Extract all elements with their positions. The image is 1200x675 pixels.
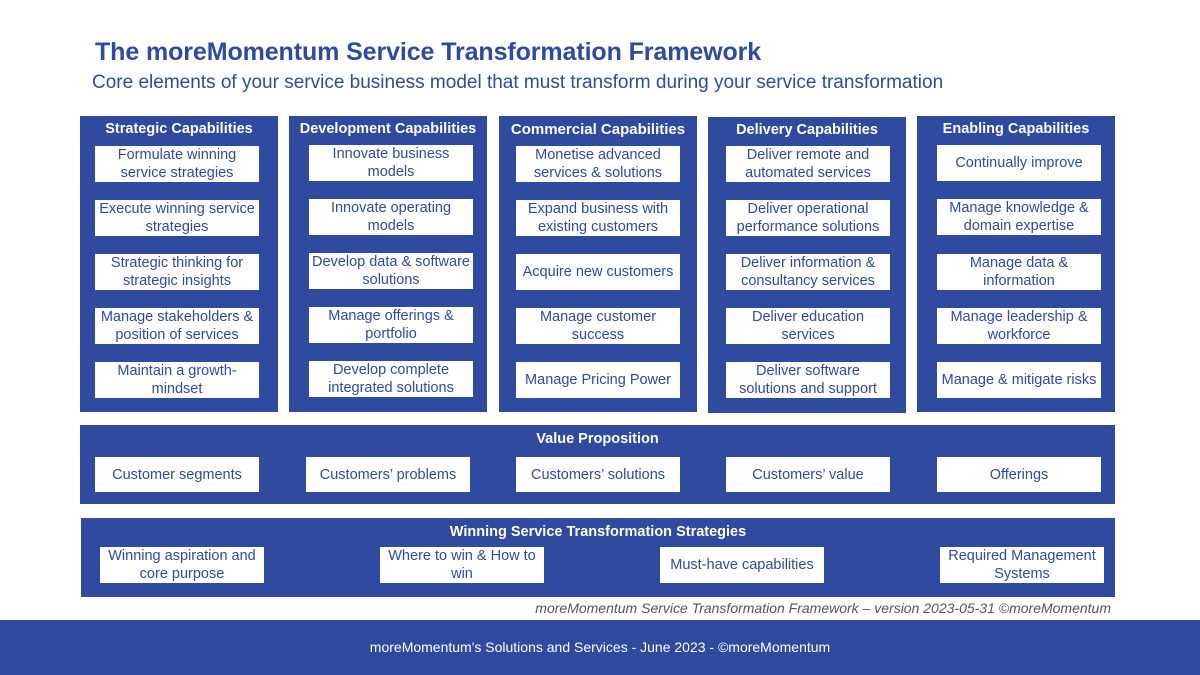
value-box: Customers’ value (726, 457, 890, 492)
capability-box: Manage & mitigate risks (937, 362, 1101, 398)
panel-heading: Delivery Capabilities (736, 122, 878, 138)
strategic-capabilities-panel: Strategic Capabilities Formulate winning… (80, 116, 278, 412)
capability-box: Manage customer success (516, 308, 680, 344)
capability-box: Deliver operational performance solution… (726, 200, 890, 236)
footer-text: moreMomentum's Solutions and Services - … (369, 639, 831, 655)
capability-box: Manage Pricing Power (516, 362, 680, 398)
capability-box: Continually improve (937, 145, 1101, 181)
strategy-box: Where to win & How to win (380, 547, 544, 583)
capability-box: Innovate business models (309, 145, 473, 181)
capability-box: Formulate winning service strategies (95, 146, 259, 182)
page-title: The moreMomentum Service Transformation … (95, 38, 762, 66)
value-box: Offerings (937, 457, 1101, 492)
page-subtitle: Core elements of your service business m… (92, 72, 944, 93)
capability-box: Expand business with existing customers (516, 200, 680, 236)
value-box: Customer segments (95, 457, 259, 492)
winning-strategies-panel: Winning Service Transformation Strategie… (81, 518, 1115, 597)
capability-box: Deliver information & consultancy servic… (726, 254, 890, 290)
capability-box: Manage offerings & portfolio (309, 307, 473, 343)
version-note: moreMomentum Service Transformation Fram… (535, 600, 1111, 616)
delivery-capabilities-panel: Delivery Capabilities Deliver remote and… (708, 117, 906, 413)
strategy-box: Winning aspiration and core purpose (100, 547, 264, 583)
development-capabilities-panel: Development Capabilities Innovate busine… (289, 116, 487, 412)
strategy-box: Required Management Systems (940, 547, 1104, 583)
panel-heading: Commercial Capabilities (510, 121, 686, 138)
strategy-box: Must-have capabilities (660, 547, 824, 583)
panel-heading: Value Proposition (536, 431, 659, 447)
enabling-capabilities-panel: Enabling Capabilities Continually improv… (917, 116, 1115, 412)
panel-heading: Development Capabilities (299, 121, 477, 137)
capability-box: Acquire new customers (516, 254, 680, 290)
capability-box: Manage leadership & workforce (937, 308, 1101, 344)
capability-box: Deliver software solutions and support (726, 362, 890, 398)
capability-box: Manage stakeholders & position of servic… (95, 308, 259, 344)
capability-box: Monetise advanced services & solutions (516, 146, 680, 182)
value-box: Customers’ problems (306, 457, 470, 492)
footer-bar: moreMomentum's Solutions and Services - … (0, 620, 1200, 675)
value-box: Customers’ solutions (516, 457, 680, 492)
value-proposition-panel: Value Proposition Customer segments Cust… (80, 425, 1115, 504)
capability-box: Strategic thinking for strategic insight… (95, 254, 259, 290)
capability-box: Execute winning service strategies (95, 200, 259, 236)
capability-box: Innovate operating models (309, 199, 473, 235)
capability-box: Maintain a growth-mindset (95, 362, 259, 398)
capability-box: Develop data & software solutions (309, 253, 473, 289)
capability-box: Manage knowledge & domain expertise (937, 199, 1101, 235)
capability-box: Develop complete integrated solutions (309, 361, 473, 397)
capability-box: Deliver remote and automated services (726, 146, 890, 182)
panel-heading: Enabling Capabilities (942, 121, 1090, 137)
panel-heading: Strategic Capabilities (105, 121, 253, 137)
capability-box: Manage data & information (937, 254, 1101, 290)
capability-box: Deliver education services (726, 308, 890, 344)
commercial-capabilities-panel: Commercial Capabilities Monetise advance… (499, 116, 697, 412)
panel-heading: Winning Service Transformation Strategie… (449, 524, 747, 540)
